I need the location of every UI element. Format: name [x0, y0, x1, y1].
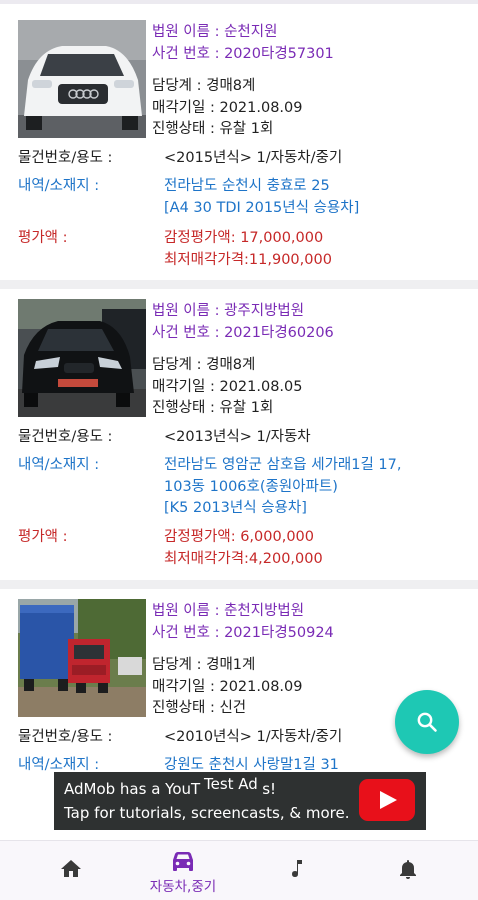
music-note-icon — [292, 860, 302, 877]
address-line: 전라남도 순천시 충효로 25 — [164, 178, 330, 194]
minimum-sale-price: 최저매각가격:11,900,000 — [164, 251, 332, 268]
minimum-sale-price: 최저매각가격:4,200,000 — [164, 550, 323, 567]
appraisal-price: 감정평가액: 17,000,000 — [164, 230, 324, 246]
appraisal-price: 감정평가액: 6,000,000 — [164, 529, 314, 545]
listing-info: 법원 이름 : 광주지방법원 사건 번호 : 2021타경60206 — [152, 301, 334, 344]
listing-info: 법원 이름 : 순천지원 사건 번호 : 2020타경57301 — [152, 22, 334, 65]
play-triangle — [380, 791, 397, 809]
sale-date: 매각기일 : 2021.08.09 — [152, 678, 303, 695]
search-icon — [417, 712, 437, 732]
court-name: 법원 이름 : 춘천지방법원 — [152, 603, 305, 619]
ad-headline-start: AdMob has a YouT — [64, 780, 201, 798]
card-divider — [0, 280, 478, 289]
sale-date: 매각기일 : 2021.08.05 — [152, 378, 303, 395]
address-value[interactable]: 전라남도 순천시 충효로 25 [A4 30 TDI 2015년식 승용차] — [164, 176, 359, 219]
bell-icon — [400, 860, 416, 879]
ad-banner[interactable]: AdMob has a YouT s! Test Ad Tap for tutor… — [54, 772, 426, 830]
ad-headline-end: s! — [262, 780, 277, 798]
nav-label-vehicles: 자동차,중기 — [149, 879, 217, 895]
nav-item-music[interactable] — [239, 841, 351, 900]
address-line: 103동 1006호(종원아파트) — [164, 478, 338, 495]
vehicle-description: [A4 30 TDI 2015년식 승용차] — [164, 199, 360, 216]
address-line: 전라남도 영암군 삼호읍 세가래1길 17, — [164, 457, 402, 473]
address-label: 내역/소재지 : — [18, 457, 100, 473]
bottom-navigation: 자동차,중기 — [0, 840, 478, 900]
price-values: 감정평가액: 17,000,000 최저매각가격:11,900,000 — [164, 228, 332, 271]
nav-item-vehicles[interactable]: 자동차,중기 — [127, 841, 239, 900]
item-number-value: <2010년식> 1/자동차/중기 — [164, 729, 343, 745]
car-photo-image — [18, 599, 146, 717]
price-values: 감정평가액: 6,000,000 최저매각가격:4,200,000 — [164, 527, 323, 570]
progress-status: 진행상태 : 유찰 1회 — [152, 400, 274, 416]
listing-card[interactable]: 법원 이름 : 광주지방법원 사건 번호 : 2021타경60206 담당계 :… — [0, 289, 478, 579]
listing-card[interactable]: 법원 이름 : 순천지원 사건 번호 : 2020타경57301 담당계 : 경… — [0, 4, 478, 274]
sale-date: 매각기일 : 2021.08.09 — [152, 99, 303, 116]
address-value[interactable]: 전라남도 영암군 삼호읍 세가래1길 17, 103동 1006호(종원아파트)… — [164, 455, 401, 520]
address-label: 내역/소재지 : — [18, 178, 100, 194]
car-photo[interactable] — [18, 20, 146, 138]
car-photo[interactable] — [18, 599, 146, 717]
court-name: 법원 이름 : 순천지원 — [152, 24, 278, 40]
item-number-label: 물건번호/용도 : — [18, 150, 113, 166]
progress-status: 진행상태 : 유찰 1회 — [152, 121, 274, 137]
listing-details: 담당계 : 경매8계 매각기일 : 2021.08.05 진행상태 : 유찰 1… — [152, 355, 302, 420]
home-icon — [61, 860, 81, 877]
youtube-play-icon[interactable] — [359, 779, 415, 821]
vehicle-description: [K5 2013년식 승용차] — [164, 500, 307, 516]
progress-status: 진행상태 : 신건 — [152, 700, 247, 716]
listing-details: 담당계 : 경매1계 매각기일 : 2021.08.09 진행상태 : 신건 — [152, 655, 302, 720]
listing-details: 담당계 : 경매8계 매각기일 : 2021.08.09 진행상태 : 유찰 1… — [152, 76, 302, 141]
department: 담당계 : 경매8계 — [152, 78, 256, 94]
department: 담당계 : 경매8계 — [152, 357, 256, 373]
nav-item-home[interactable] — [15, 841, 127, 900]
listing-info: 법원 이름 : 춘천지방법원 사건 번호 : 2021타경50924 — [152, 601, 334, 644]
price-label: 평가액 : — [18, 230, 68, 246]
department: 담당계 : 경매1계 — [152, 657, 256, 673]
item-number-label: 물건번호/용도 : — [18, 429, 113, 445]
car-icon — [173, 852, 193, 871]
item-number-value: <2013년식> 1/자동차 — [164, 429, 311, 445]
test-ad-label: Test Ad — [203, 774, 259, 794]
car-photo[interactable] — [18, 299, 146, 417]
case-number: 사건 번호 : 2020타경57301 — [152, 45, 334, 62]
card-divider — [0, 580, 478, 589]
car-photo-image — [18, 20, 146, 138]
search-fab-button[interactable] — [395, 690, 459, 754]
case-number: 사건 번호 : 2021타경50924 — [152, 624, 334, 641]
ad-subtext: Tap for tutorials, screencasts, & more. — [64, 804, 350, 822]
price-label: 평가액 : — [18, 529, 68, 545]
court-name: 법원 이름 : 광주지방법원 — [152, 303, 305, 319]
item-number-value: <2015년식> 1/자동차/중기 — [164, 150, 343, 166]
case-number: 사건 번호 : 2021타경60206 — [152, 324, 334, 341]
car-photo-image — [18, 299, 146, 417]
nav-item-notifications[interactable] — [351, 841, 463, 900]
item-number-label: 물건번호/용도 : — [18, 729, 113, 745]
